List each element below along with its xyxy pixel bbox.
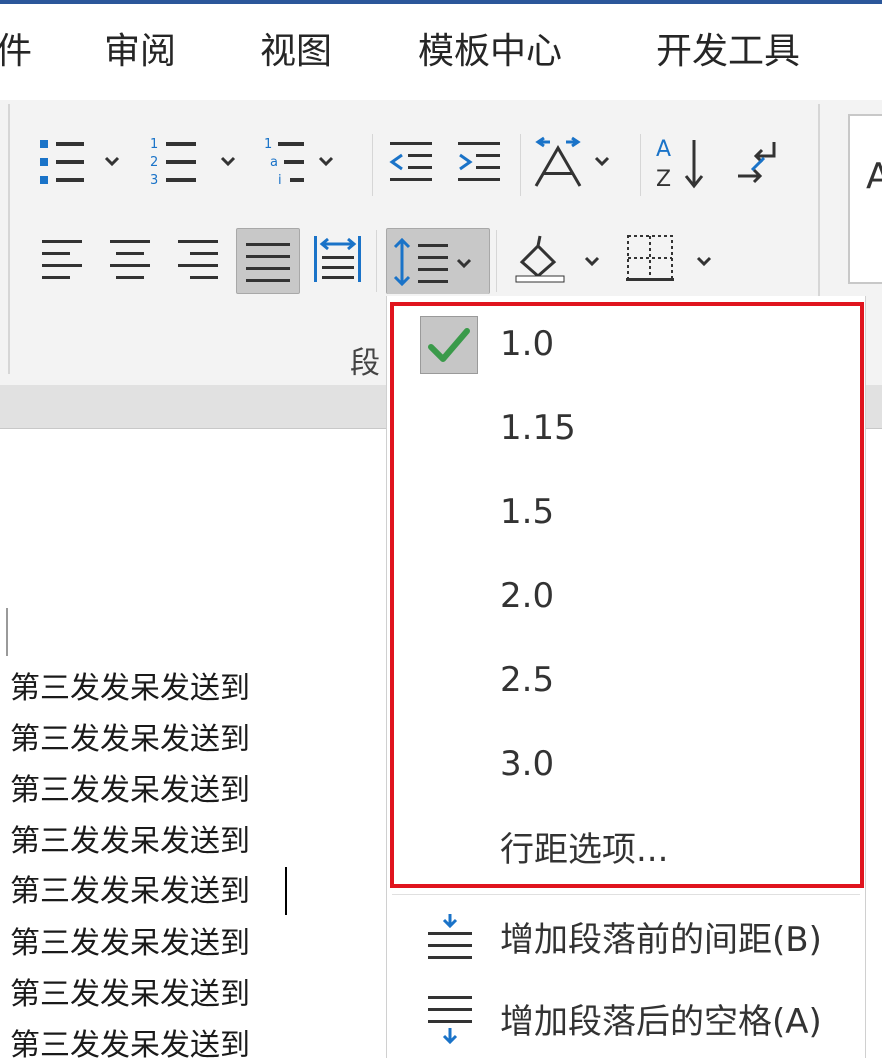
document-line: 第三发发呆发送到	[10, 1028, 250, 1058]
paragraph-mark-icon	[738, 142, 776, 184]
space-after-icon	[426, 994, 476, 1058]
document-line: 第三发发呆发送到	[10, 926, 250, 961]
group-divider	[372, 134, 373, 196]
tab-review[interactable]: 审阅	[104, 28, 176, 76]
borders-icon	[626, 235, 712, 281]
option-label: 2.5	[500, 660, 555, 700]
group-label-paragraph: 段	[350, 346, 380, 381]
svg-text:2: 2	[150, 155, 158, 170]
text-direction-icon	[534, 136, 610, 187]
line-spacing-option-3-0[interactable]: 3.0	[390, 722, 860, 806]
ribbon-tab-bar: 件 审阅 视图 模板中心 开发工具	[0, 4, 882, 100]
add-space-after-item[interactable]: 增加段落后的空格(A)	[390, 980, 860, 1058]
decrease-indent-icon	[389, 142, 432, 181]
line-spacing-option-2-5[interactable]: 2.5	[390, 638, 860, 722]
menu-separator	[392, 894, 860, 895]
style-gallery-preview[interactable]: A	[848, 114, 882, 284]
numbered-list-icon: 1 2 3	[150, 137, 236, 188]
multilevel-list-icon: 1 a i	[264, 137, 334, 188]
group-divider	[496, 230, 497, 292]
document-line: 第三发发呆发送到	[10, 977, 250, 1012]
option-label: 1.0	[500, 324, 555, 364]
line-spacing-option-1-15[interactable]: 1.15	[390, 386, 860, 470]
svg-text:i: i	[278, 173, 282, 188]
option-label: 行距选项...	[500, 830, 669, 870]
show-marks-button[interactable]	[730, 134, 794, 190]
align-right-button[interactable]	[172, 228, 228, 288]
word-window: 件 审阅 视图 模板中心 开发工具 段 1 2 3 1 a i A Z A 第三…	[0, 0, 882, 1058]
line-spacing-icon	[393, 237, 472, 286]
tab-developer[interactable]: 开发工具	[656, 28, 800, 76]
borders-button[interactable]	[622, 228, 722, 288]
increase-indent-button[interactable]	[452, 134, 508, 190]
increase-indent-icon	[458, 142, 500, 181]
align-right-icon	[178, 240, 218, 279]
align-center-button[interactable]	[104, 228, 160, 288]
text-cursor	[285, 867, 287, 915]
distributed-button[interactable]	[308, 228, 368, 288]
distributed-align-icon	[314, 236, 361, 282]
svg-text:1: 1	[150, 137, 158, 152]
option-label: 1.5	[500, 492, 555, 532]
document-line: 第三发发呆发送到	[10, 773, 250, 808]
option-label: 增加段落前的间距(B)	[500, 920, 822, 960]
tab-template-center[interactable]: 模板中心	[418, 28, 562, 76]
group-divider	[520, 134, 521, 196]
align-left-button[interactable]	[36, 228, 92, 288]
character-spacing-button[interactable]	[530, 134, 620, 190]
svg-text:1: 1	[264, 137, 272, 152]
option-label: 2.0	[500, 576, 555, 616]
group-divider	[8, 104, 10, 374]
svg-text:a: a	[270, 155, 278, 170]
svg-text:3: 3	[150, 173, 158, 188]
document-line: 第三发发呆发送到	[10, 874, 250, 909]
tab-view[interactable]: 视图	[260, 28, 332, 76]
bullet-list-icon	[40, 140, 120, 184]
paint-bucket-icon	[515, 235, 600, 283]
line-spacing-button[interactable]	[386, 228, 490, 294]
checked-indicator	[420, 316, 478, 374]
checkmark-icon	[428, 328, 470, 362]
group-divider	[376, 230, 377, 292]
decrease-indent-button[interactable]	[384, 134, 440, 190]
option-label: 3.0	[500, 744, 555, 784]
bullets-button[interactable]	[34, 134, 134, 190]
sort-az-icon: A Z	[656, 137, 704, 190]
align-left-icon	[42, 240, 82, 279]
svg-text:Z: Z	[656, 167, 671, 190]
svg-text:A: A	[656, 137, 671, 162]
justify-button[interactable]	[236, 228, 300, 294]
tab-file[interactable]: 件	[0, 28, 32, 76]
shading-button[interactable]	[510, 228, 610, 288]
line-spacing-option-1-5[interactable]: 1.5	[390, 470, 860, 554]
line-spacing-option-1-0[interactable]: 1.0	[390, 302, 860, 386]
space-before-icon	[426, 912, 476, 972]
numbering-button[interactable]: 1 2 3	[146, 134, 246, 190]
document-line: 第三发发呆发送到	[10, 722, 250, 757]
line-spacing-options-item[interactable]: 行距选项...	[390, 806, 860, 890]
option-label: 1.15	[500, 408, 576, 448]
group-divider	[640, 134, 641, 196]
justify-icon	[246, 243, 290, 282]
line-spacing-option-2-0[interactable]: 2.0	[390, 554, 860, 638]
option-label: 增加段落后的空格(A)	[500, 1002, 822, 1042]
sort-button[interactable]: A Z	[652, 134, 712, 190]
add-space-before-item[interactable]: 增加段落前的间距(B)	[390, 898, 860, 982]
multilevel-list-button[interactable]: 1 a i	[258, 134, 358, 190]
document-line: 第三发发呆发送到	[10, 824, 250, 859]
document-line: 第三发发呆发送到	[10, 671, 250, 706]
align-center-icon	[110, 240, 150, 279]
page-margin-marker	[6, 608, 8, 656]
